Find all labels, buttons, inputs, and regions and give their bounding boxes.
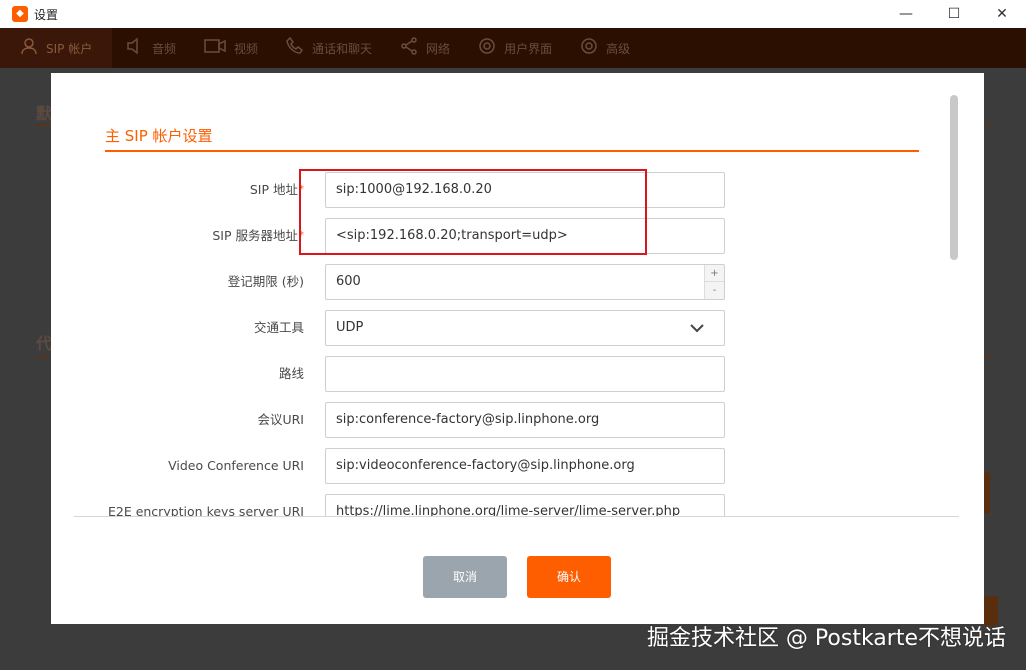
tab-sip-account[interactable]: SIP 帐户 [0,28,112,68]
scrollbar-thumb[interactable] [950,95,958,260]
window-title: 设置 [34,7,59,22]
registration-expiry-stepper[interactable]: 600 + - [325,264,725,300]
close-button[interactable]: ✕ [978,0,1026,28]
sip-account-dialog: 主 SIP 帐户设置 SIP 地址* sip:1000@192.168.0.20… [51,73,984,624]
gear-icon [580,37,598,59]
conference-uri-label: 会议URI [257,412,304,427]
decrement-button[interactable]: - [705,282,724,299]
maximize-button[interactable]: ☐ [930,0,978,28]
share-icon [400,37,418,59]
background-section-heading: 代 [36,334,53,353]
background-divider [36,124,50,126]
video-conference-uri-label: Video Conference URI [168,458,304,473]
gear-icon [478,37,496,59]
tab-network[interactable]: 网络 [386,28,464,68]
increment-button[interactable]: + [705,265,724,282]
tab-audio[interactable]: 音频 [112,28,190,68]
tab-label: 网络 [426,41,451,56]
tab-label: 通话和聊天 [312,41,373,56]
section-divider [105,150,919,152]
sip-server-input[interactable]: <sip:192.168.0.20;transport=udp> [325,218,725,254]
tab-label: 视频 [234,41,259,56]
video-conference-uri-input[interactable]: sip:videoconference-factory@sip.linphone… [325,448,725,484]
scroll-area-divider [74,516,959,517]
user-icon [20,37,38,59]
transport-row: 交通工具 UDP [51,310,984,346]
e2e-keys-server-row: E2E encryption keys server URI https://l… [51,494,984,516]
route-input[interactable] [325,356,725,392]
tab-label: 音频 [152,41,177,56]
sip-server-label: SIP 服务器地址* [212,228,304,243]
tab-label: 高级 [606,41,631,56]
sip-address-input[interactable]: sip:1000@192.168.0.20 [325,172,725,208]
background-divider [984,124,990,126]
conference-uri-input[interactable]: sip:conference-factory@sip.linphone.org [325,402,725,438]
registration-expiry-label: 登记期限 (秒) [227,274,304,289]
tab-label: 用户界面 [504,41,553,56]
transport-value: UDP [336,320,364,335]
tab-video[interactable]: 视频 [190,28,272,68]
conference-uri-row: 会议URI sip:conference-factory@sip.linphon… [51,402,984,438]
section-title: 主 SIP 帐户设置 [105,127,213,145]
e2e-keys-server-input[interactable]: https://lime.linphone.org/lime-server/li… [325,494,725,516]
registration-expiry-row: 登记期限 (秒) 600 + - [51,264,984,300]
camera-icon [204,37,226,59]
e2e-keys-server-label: E2E encryption keys server URI [107,504,304,516]
speaker-icon [126,37,144,59]
background-divider [36,356,50,358]
route-row: 路线 [51,356,984,392]
video-conference-uri-row: Video Conference URI sip:videoconference… [51,448,984,484]
sip-address-row: SIP 地址* sip:1000@192.168.0.20 [51,172,984,208]
window-controls: — ☐ ✕ [882,0,1026,28]
transport-label: 交通工具 [253,320,304,335]
chevron-down-icon [690,311,704,345]
cancel-button[interactable]: 取消 [423,556,507,598]
background-divider [984,356,990,358]
dialog-scroll-area[interactable]: 主 SIP 帐户设置 SIP 地址* sip:1000@192.168.0.20… [51,73,984,516]
registration-expiry-value: 600 [336,274,361,289]
tab-calls-chat[interactable]: 通话和聊天 [272,28,386,68]
tab-advanced[interactable]: 高级 [566,28,644,68]
tab-label: SIP 帐户 [46,41,93,56]
spin-buttons: + - [704,265,724,299]
minimize-button[interactable]: — [882,0,930,28]
title-bar: ◆ 设置 — ☐ ✕ [0,0,1026,28]
sip-address-label: SIP 地址* [249,182,304,197]
linphone-logo-icon: ◆ [12,6,28,22]
sip-server-row: SIP 服务器地址* <sip:192.168.0.20;transport=u… [51,218,984,254]
tab-user-interface[interactable]: 用户界面 [464,28,566,68]
background-button [984,472,990,514]
background-section-heading: 默 [36,104,53,123]
route-label: 路线 [278,366,304,381]
settings-tab-bar: SIP 帐户 音频 视频 通话和聊天 网络 用户界面 高级 [0,28,1026,68]
transport-select[interactable]: UDP [325,310,725,346]
phone-icon [286,36,304,59]
confirm-button[interactable]: 确认 [527,556,611,598]
watermark-text: 掘金技术社区 @ Postkarte不想说话 [646,626,1006,651]
